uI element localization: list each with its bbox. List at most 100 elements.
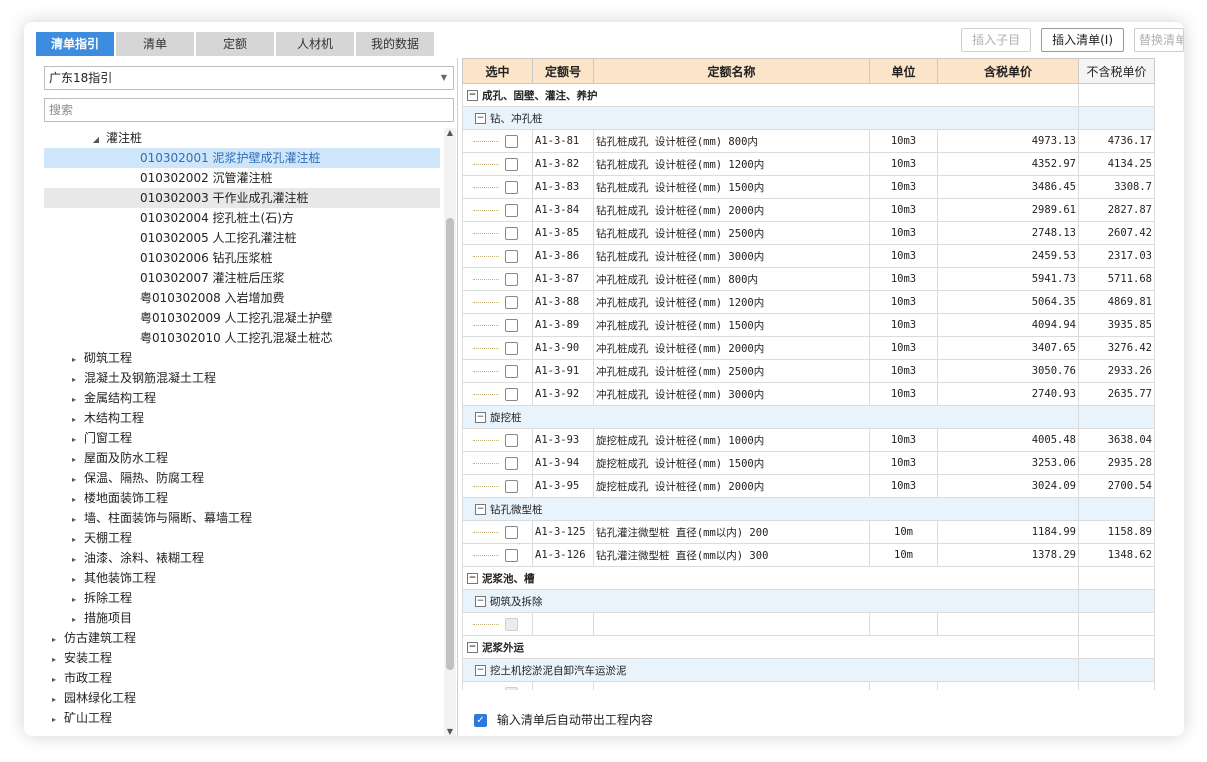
collapse-icon[interactable]: − bbox=[475, 596, 486, 607]
expand-icon[interactable]: ▸ bbox=[48, 650, 60, 670]
group-row[interactable]: − 挖土机挖淤泥自卸汽车运淤泥 bbox=[462, 658, 1155, 682]
expand-icon[interactable]: ▸ bbox=[48, 630, 60, 650]
tree-node[interactable]: 010302006 钻孔压浆桩 bbox=[44, 248, 440, 268]
insert-sub-button[interactable]: 插入子目 bbox=[961, 28, 1032, 52]
auto-content-option[interactable]: ✓ 输入清单后自动带出工程内容 bbox=[474, 710, 653, 730]
select-cell[interactable] bbox=[462, 520, 533, 544]
expand-icon[interactable]: ▸ bbox=[48, 670, 60, 690]
column-header[interactable]: 不含税单价 bbox=[1078, 58, 1155, 84]
select-cell[interactable] bbox=[462, 428, 533, 452]
row-checkbox[interactable] bbox=[505, 203, 518, 217]
select-cell[interactable] bbox=[462, 474, 533, 498]
tab-4[interactable]: 我的数据 bbox=[356, 32, 434, 56]
select-cell[interactable] bbox=[462, 267, 533, 291]
row-checkbox[interactable] bbox=[505, 456, 518, 470]
row-checkbox[interactable] bbox=[505, 341, 518, 355]
tab-2[interactable]: 定额 bbox=[196, 32, 274, 56]
tree-node[interactable]: ▸ 木结构工程 bbox=[44, 408, 440, 428]
table-row[interactable]: A1-3-95 旋挖桩成孔 设计桩径(mm) 2000内 10m3 3024.09 27… bbox=[462, 474, 1155, 498]
select-cell[interactable] bbox=[462, 244, 533, 268]
group-cell[interactable]: − 钻、冲孔桩 bbox=[462, 106, 1079, 130]
scroll-up-icon[interactable]: ▲ bbox=[444, 128, 456, 137]
group-cell[interactable]: − 泥浆外运 bbox=[462, 635, 1079, 659]
tree-node[interactable]: 010302007 灌注桩后压浆 bbox=[44, 268, 440, 288]
table-row[interactable]: A1-3-126 钻孔灌注微型桩 直径(mm以内) 300 10m 1378.29 13… bbox=[462, 543, 1155, 567]
table-row[interactable]: A1-3-90 冲孔桩成孔 设计桩径(mm) 2000内 10m3 3407.65 32… bbox=[462, 336, 1155, 360]
tree-node[interactable]: ▸ 保温、隔热、防腐工程 bbox=[44, 468, 440, 488]
expand-icon[interactable]: ▸ bbox=[68, 510, 80, 530]
expand-icon[interactable]: ▸ bbox=[68, 450, 80, 470]
replace-list-button[interactable]: 替换清单 bbox=[1134, 28, 1184, 52]
tree-scrollbar[interactable]: ▲ ▼ bbox=[444, 128, 456, 736]
row-checkbox[interactable] bbox=[505, 318, 518, 332]
tab-1[interactable]: 清单 bbox=[116, 32, 194, 56]
select-cell[interactable] bbox=[462, 221, 533, 245]
select-cell[interactable] bbox=[462, 359, 533, 383]
expand-icon[interactable]: ▸ bbox=[68, 430, 80, 450]
collapse-icon[interactable]: ◢ bbox=[90, 130, 102, 150]
collapse-icon[interactable]: − bbox=[475, 504, 486, 515]
empty-row[interactable] bbox=[462, 681, 1155, 690]
column-header[interactable]: 定额名称 bbox=[593, 58, 870, 84]
select-cell[interactable] bbox=[462, 313, 533, 337]
group-row[interactable]: − 砌筑及拆除 bbox=[462, 589, 1155, 613]
tree-node[interactable]: 010302001 泥浆护壁成孔灌注桩 bbox=[44, 148, 440, 168]
select-cell[interactable] bbox=[462, 612, 533, 636]
row-checkbox[interactable] bbox=[505, 157, 518, 171]
tree-node[interactable]: 粤010302009 人工挖孔混凝土护壁 bbox=[44, 308, 440, 328]
row-checkbox[interactable] bbox=[505, 295, 518, 309]
tree-node[interactable]: ▸ 门窗工程 bbox=[44, 428, 440, 448]
insert-list-button[interactable]: 插入清单(I) bbox=[1041, 28, 1124, 52]
tree-node[interactable]: ▸ 其他装饰工程 bbox=[44, 568, 440, 588]
checkbox-checked-icon[interactable]: ✓ bbox=[474, 714, 487, 727]
column-header[interactable]: 含税单价 bbox=[937, 58, 1079, 84]
collapse-icon[interactable]: − bbox=[467, 642, 478, 653]
guide-select[interactable]: 广东18指引 ▼ bbox=[44, 66, 454, 90]
group-row[interactable]: − 旋挖桩 bbox=[462, 405, 1155, 429]
select-cell[interactable] bbox=[462, 175, 533, 199]
group-cell[interactable]: − 挖土机挖淤泥自卸汽车运淤泥 bbox=[462, 658, 1079, 682]
expand-icon[interactable]: ▸ bbox=[68, 550, 80, 570]
table-row[interactable]: A1-3-91 冲孔桩成孔 设计桩径(mm) 2500内 10m3 3050.76 29… bbox=[462, 359, 1155, 383]
row-checkbox[interactable] bbox=[505, 364, 518, 378]
expand-icon[interactable]: ▸ bbox=[68, 410, 80, 430]
row-checkbox[interactable] bbox=[505, 226, 518, 240]
row-checkbox[interactable] bbox=[505, 249, 518, 263]
table-row[interactable]: A1-3-93 旋挖桩成孔 设计桩径(mm) 1000内 10m3 4005.48 36… bbox=[462, 428, 1155, 452]
tree-node[interactable]: 010302004 挖孔桩土(石)方 bbox=[44, 208, 440, 228]
table-row[interactable]: A1-3-87 冲孔桩成孔 设计桩径(mm) 800内 10m3 5941.73 571… bbox=[462, 267, 1155, 291]
tree-node[interactable]: ▸ 金属结构工程 bbox=[44, 388, 440, 408]
select-cell[interactable] bbox=[462, 382, 533, 406]
row-checkbox[interactable] bbox=[505, 180, 518, 194]
table-row[interactable]: A1-3-94 旋挖桩成孔 设计桩径(mm) 1500内 10m3 3253.06 29… bbox=[462, 451, 1155, 475]
row-checkbox[interactable] bbox=[505, 617, 518, 631]
table-row[interactable]: A1-3-89 冲孔桩成孔 设计桩径(mm) 1500内 10m3 4094.94 39… bbox=[462, 313, 1155, 337]
expand-icon[interactable]: ▸ bbox=[68, 590, 80, 610]
tree-node[interactable]: ◢ 灌注桩 bbox=[44, 128, 440, 148]
group-cell[interactable]: − 泥浆池、槽 bbox=[462, 566, 1079, 590]
tree-node[interactable]: ▸ 矿山工程 bbox=[44, 708, 440, 728]
select-cell[interactable] bbox=[462, 290, 533, 314]
expand-icon[interactable]: ▸ bbox=[48, 690, 60, 710]
group-cell[interactable]: − 钻孔微型桩 bbox=[462, 497, 1079, 521]
expand-icon[interactable]: ▸ bbox=[48, 710, 60, 730]
tree-node[interactable]: ▸ 措施项目 bbox=[44, 608, 440, 628]
table-row[interactable]: A1-3-88 冲孔桩成孔 设计桩径(mm) 1200内 10m3 5064.35 48… bbox=[462, 290, 1155, 314]
row-checkbox[interactable] bbox=[505, 387, 518, 401]
select-cell[interactable] bbox=[462, 336, 533, 360]
column-header[interactable]: 定额号 bbox=[532, 58, 594, 84]
expand-icon[interactable]: ▸ bbox=[68, 390, 80, 410]
group-row[interactable]: − 钻、冲孔桩 bbox=[462, 106, 1155, 130]
collapse-icon[interactable]: − bbox=[475, 665, 486, 676]
tree-node[interactable]: ▸ 屋面及防水工程 bbox=[44, 448, 440, 468]
column-header[interactable]: 选中 bbox=[462, 58, 533, 84]
tree-node[interactable]: 010302002 沉管灌注桩 bbox=[44, 168, 440, 188]
collapse-icon[interactable]: − bbox=[475, 412, 486, 423]
collapse-icon[interactable]: − bbox=[467, 90, 478, 101]
collapse-icon[interactable]: − bbox=[467, 573, 478, 584]
tree-node[interactable]: ▸ 仿古建筑工程 bbox=[44, 628, 440, 648]
expand-icon[interactable]: ▸ bbox=[68, 610, 80, 630]
expand-icon[interactable]: ▸ bbox=[68, 490, 80, 510]
row-checkbox[interactable] bbox=[505, 134, 518, 148]
group-row[interactable]: − 泥浆外运 bbox=[462, 635, 1155, 659]
